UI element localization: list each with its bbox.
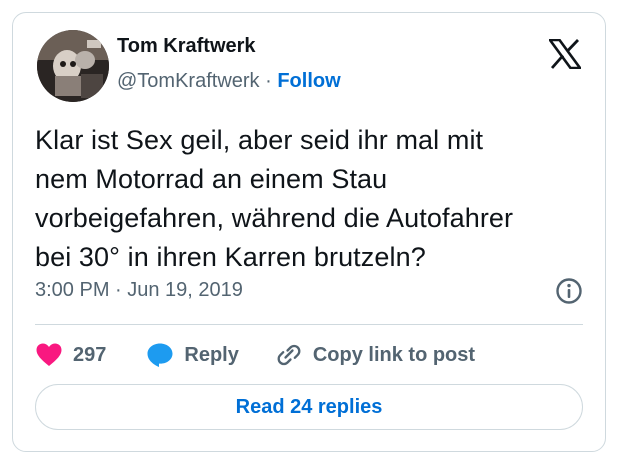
reply-bubble-icon [147, 343, 173, 367]
like-count: 297 [73, 343, 107, 366]
tweet-text: Klar ist Sex geil, aber seid ihr mal mit… [35, 121, 595, 277]
tweet-text-line: vorbeigefahren, während die Autofahrer [35, 203, 514, 233]
author-handle[interactable]: @TomKraftwerk [117, 70, 260, 92]
tweet-text-line: bei 30° in ihren Karren brutzeln? [35, 242, 426, 272]
divider [35, 324, 583, 325]
tweet-text-line: Klar ist Sex geil, aber seid ihr mal mit [35, 125, 484, 155]
info-icon[interactable] [555, 277, 583, 305]
link-icon [277, 344, 301, 366]
tweet-card: Tom Kraftwerk @TomKraftwerk · Follow Kla… [12, 12, 606, 452]
tweet-timestamp[interactable]: 3:00 PM · Jun 19, 2019 [35, 279, 243, 302]
x-logo-icon[interactable] [547, 38, 583, 70]
separator-dot: · [265, 70, 278, 92]
avatar-photo [37, 30, 109, 102]
copy-link-label: Copy link to post [312, 343, 476, 366]
author-name[interactable]: Tom Kraftwerk [117, 35, 256, 58]
follow-button[interactable]: Follow [277, 70, 340, 92]
reply-button[interactable]: Reply [146, 342, 239, 368]
action-bar: 297 Reply Copy link to post [35, 339, 475, 371]
like-button[interactable]: 297 [35, 342, 106, 368]
copy-link-button[interactable]: Copy link to post [275, 342, 475, 368]
reply-label: Reply [184, 343, 239, 366]
avatar[interactable] [37, 30, 109, 102]
handle-row: @TomKraftwerk · Follow [117, 70, 341, 93]
heart-icon [36, 343, 62, 366]
tweet-text-line: nem Motorrad an einem Stau [35, 164, 388, 194]
read-replies-button[interactable]: Read 24 replies [35, 384, 583, 430]
